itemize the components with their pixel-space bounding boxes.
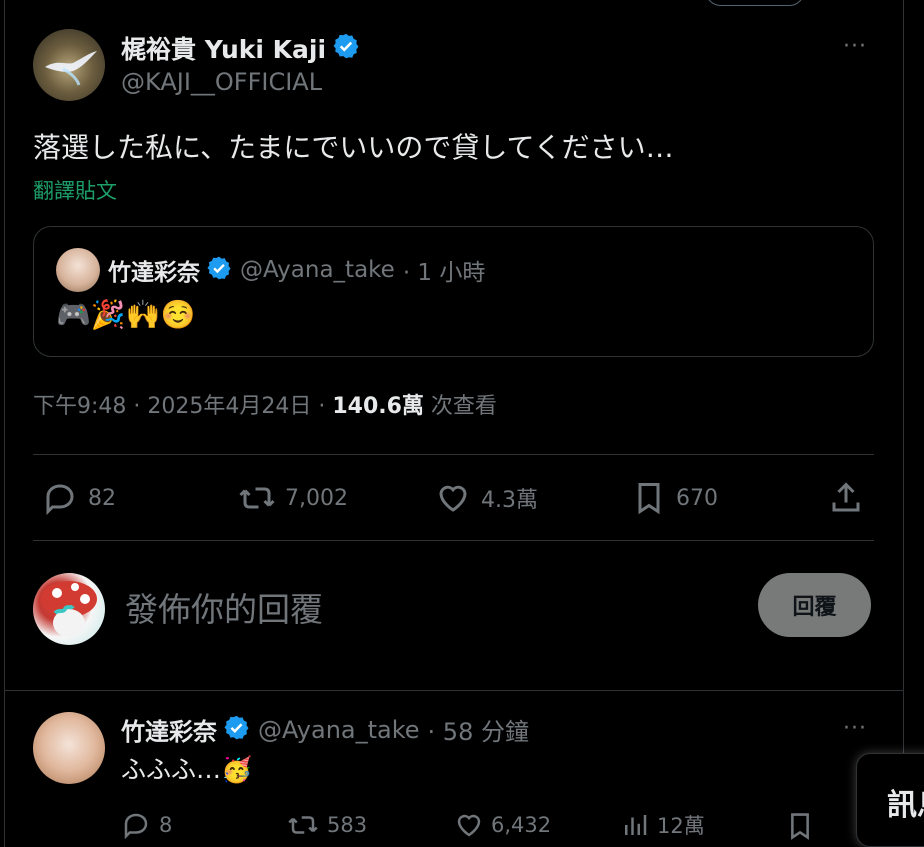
bookmark-action[interactable]: [786, 810, 814, 842]
author-handle[interactable]: @KAJI__OFFICIAL: [121, 68, 322, 96]
divider: [33, 454, 874, 455]
reply-action[interactable]: 82: [42, 480, 116, 516]
quoted-display-name: 竹達彩奈: [108, 260, 200, 286]
verified-badge-icon: [206, 255, 232, 285]
bookmark-action[interactable]: 670: [632, 480, 718, 516]
top-pill-button[interactable]: [705, 0, 805, 6]
reply-icon: [124, 813, 148, 840]
like-count: 4.3萬: [481, 488, 538, 513]
bird-image-icon: [45, 51, 97, 86]
repost-count: 583: [327, 813, 368, 837]
divider: [4, 690, 904, 691]
messages-label: 訊息: [887, 788, 924, 823]
tweet-timestamp[interactable]: 下午9:48 · 2025年4月24日 ·: [33, 394, 332, 419]
mushroom-avatar-icon: [41, 581, 97, 637]
share-action[interactable]: [828, 480, 864, 516]
repost-action[interactable]: 7,002: [237, 480, 348, 516]
current-user-avatar[interactable]: [33, 573, 105, 645]
repost-icon: [239, 487, 275, 509]
reply-icon: [46, 484, 74, 516]
reply-action[interactable]: 8: [121, 810, 172, 840]
quoted-tweet-card[interactable]: 竹達彩奈 @Ayana_take · 1 小時 🎮🎉🙌☺️: [33, 226, 874, 357]
author-name-row: 梶裕貴 Yuki Kaji: [121, 30, 360, 66]
quoted-text: 🎮🎉🙌☺️: [56, 298, 196, 331]
tweet-timestamp-row: 下午9:48 · 2025年4月24日 · 140.6萬 次查看: [33, 388, 497, 420]
reply-input[interactable]: 發佈你的回覆: [125, 583, 323, 631]
reply-count: 8: [159, 813, 173, 837]
bookmark-count: 670: [676, 485, 718, 511]
quoted-author-avatar: [56, 248, 100, 292]
views-chart-icon: [625, 815, 647, 835]
reply-display-name[interactable]: 竹達彩奈: [121, 712, 217, 747]
like-action[interactable]: 6,432: [454, 810, 551, 840]
views-count: 12萬: [657, 814, 705, 838]
repost-icon: [288, 816, 318, 834]
share-icon: [832, 482, 860, 512]
reply-count: 82: [88, 485, 116, 511]
column-border-left: [4, 0, 5, 847]
like-action[interactable]: 4.3萬: [435, 480, 538, 516]
reply-tweet-text: ふふふ…🥳: [121, 755, 253, 784]
verified-badge-icon: [332, 32, 360, 64]
quoted-time: · 1 小時: [402, 260, 486, 286]
verified-badge-icon: [223, 714, 250, 745]
heart-icon: [439, 485, 467, 512]
reply-button[interactable]: 回覆: [758, 573, 871, 637]
reply-time[interactable]: · 58 分鐘: [428, 712, 529, 747]
author-avatar[interactable]: [33, 29, 105, 101]
views-label: 次查看: [423, 394, 497, 419]
column-border-right: [903, 0, 904, 847]
reply-author-avatar[interactable]: [33, 712, 105, 784]
reply-handle[interactable]: @Ayana_take: [258, 716, 420, 744]
heart-icon: [457, 814, 481, 837]
translate-link[interactable]: 翻譯貼文: [33, 175, 117, 205]
more-options-icon[interactable]: ···: [843, 34, 867, 59]
reply-author-row: 竹達彩奈 @Ayana_take · 58 分鐘: [121, 712, 529, 747]
repost-count: 7,002: [285, 485, 348, 511]
views-action[interactable]: 12萬: [620, 810, 705, 840]
divider: [33, 540, 874, 541]
bookmark-icon: [791, 813, 809, 840]
repost-action[interactable]: 583: [286, 810, 367, 840]
like-count: 6,432: [491, 813, 552, 837]
messages-drawer[interactable]: 訊息: [856, 753, 924, 847]
quoted-author-row: 竹達彩奈 @Ayana_take · 1 小時: [108, 253, 485, 287]
more-options-icon[interactable]: ···: [843, 716, 867, 741]
bookmark-icon: [638, 483, 660, 515]
quoted-handle: @Ayana_take: [240, 257, 395, 283]
tweet-text: 落選した私に、たまにでいいので貸してください…: [33, 131, 674, 164]
author-display-name[interactable]: 梶裕貴 Yuki Kaji: [121, 30, 326, 66]
views-count: 140.6萬: [332, 394, 424, 419]
